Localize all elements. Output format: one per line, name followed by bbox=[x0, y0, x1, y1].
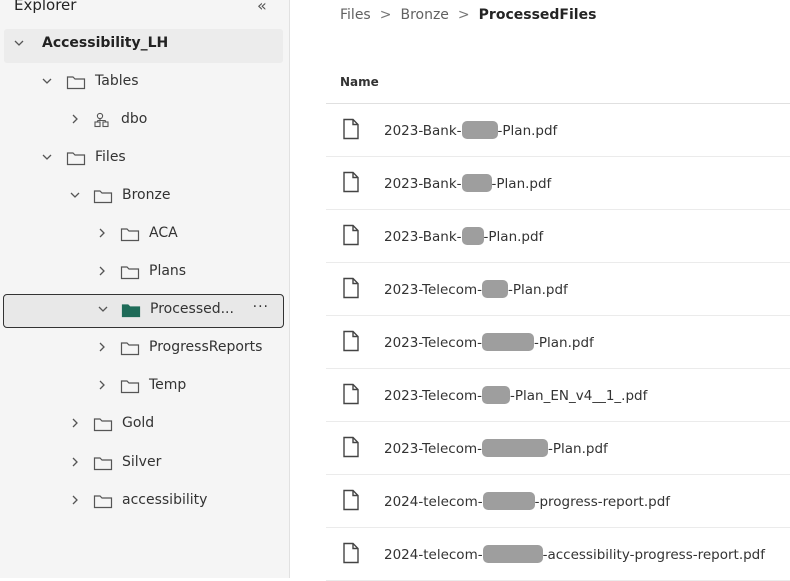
chevron-right-icon[interactable] bbox=[68, 492, 82, 508]
tree-item-progressreports[interactable]: ProgressReports bbox=[4, 333, 284, 367]
tree-item-label: Bronze bbox=[122, 187, 171, 203]
tree-item-label: ProgressReports bbox=[149, 339, 263, 355]
file-icon bbox=[343, 383, 359, 405]
file-name[interactable]: 2023-Bank- -Plan.pdf bbox=[384, 174, 551, 192]
file-name[interactable]: 2024-telecom- -accessibility-progress-rep… bbox=[384, 545, 765, 563]
redaction-block bbox=[482, 333, 535, 351]
folder-icon bbox=[120, 380, 140, 394]
chevron-down-icon[interactable] bbox=[40, 149, 54, 165]
chevron-down-icon[interactable] bbox=[40, 73, 54, 89]
explorer-pane: Explorer « Accessibility_LH Tables dbo F… bbox=[0, 0, 290, 578]
folder-icon bbox=[120, 266, 140, 280]
redaction-block bbox=[482, 439, 549, 457]
breadcrumb-item-bronze[interactable]: Bronze bbox=[400, 7, 448, 23]
breadcrumb-separator: > bbox=[379, 7, 392, 23]
folder-icon bbox=[120, 228, 140, 242]
file-icon bbox=[343, 118, 359, 140]
chevron-right-icon[interactable] bbox=[95, 263, 109, 279]
more-options-icon[interactable]: ··· bbox=[253, 299, 269, 315]
redaction-block bbox=[482, 386, 511, 404]
tree-item-label: Plans bbox=[149, 263, 187, 279]
collapse-pane-icon[interactable]: « bbox=[257, 0, 267, 15]
tree-item-aca[interactable]: ACA bbox=[4, 219, 284, 253]
tree-item-label: Accessibility_LH bbox=[42, 35, 169, 51]
redaction-block bbox=[482, 280, 509, 298]
file-icon bbox=[343, 171, 359, 193]
tree-item-label: Files bbox=[95, 149, 126, 165]
chevron-down-icon[interactable] bbox=[12, 35, 26, 51]
tree-item-processedfiles[interactable]: Processed... ··· bbox=[3, 294, 284, 328]
file-name[interactable]: 2023-Telecom- -Plan_EN_v4__1_.pdf bbox=[384, 386, 647, 404]
header-divider bbox=[326, 103, 790, 104]
chevron-right-icon[interactable] bbox=[95, 377, 109, 393]
folder-icon bbox=[93, 457, 113, 471]
file-icon bbox=[343, 224, 359, 246]
folder-icon bbox=[93, 190, 113, 204]
tree-item-label: Gold bbox=[122, 415, 155, 431]
folder-icon bbox=[93, 495, 113, 509]
file-row[interactable]: 2023-Telecom- -Plan.pdf bbox=[326, 317, 790, 369]
folder-icon bbox=[120, 342, 140, 356]
redaction-block bbox=[461, 121, 498, 139]
tree-item-dbo[interactable]: dbo bbox=[4, 105, 284, 139]
file-icon bbox=[343, 489, 359, 511]
breadcrumb-item-files[interactable]: Files bbox=[340, 7, 371, 23]
tree-item-label: ACA bbox=[149, 225, 178, 241]
file-icon bbox=[343, 542, 359, 564]
file-name[interactable]: 2023-Telecom- -Plan.pdf bbox=[384, 333, 594, 351]
file-name[interactable]: 2024-telecom- -progress-report.pdf bbox=[384, 492, 670, 510]
file-row[interactable]: 2023-Bank- -Plan.pdf bbox=[326, 211, 790, 263]
tree-item-bronze[interactable]: Bronze bbox=[4, 181, 284, 215]
redaction-block bbox=[482, 492, 535, 510]
chevron-right-icon[interactable] bbox=[68, 415, 82, 431]
tree-item-label: dbo bbox=[121, 111, 148, 127]
chevron-right-icon[interactable] bbox=[68, 454, 82, 470]
folder-icon bbox=[66, 152, 86, 166]
folder-icon bbox=[66, 76, 86, 90]
column-header-name[interactable]: Name bbox=[340, 75, 379, 89]
file-name[interactable]: 2023-Telecom- -Plan.pdf bbox=[384, 280, 568, 298]
redaction-block bbox=[461, 174, 492, 192]
file-row[interactable]: 2023-Bank- -Plan.pdf bbox=[326, 105, 790, 157]
chevron-right-icon[interactable] bbox=[95, 339, 109, 355]
chevron-down-icon[interactable] bbox=[68, 187, 82, 203]
breadcrumb-item-current: ProcessedFiles bbox=[478, 7, 597, 23]
file-row[interactable]: 2023-Telecom- -Plan_EN_v4__1_.pdf bbox=[326, 370, 790, 422]
folder-icon bbox=[93, 418, 113, 432]
folder-open-icon bbox=[121, 304, 141, 318]
chevron-right-icon[interactable] bbox=[68, 111, 82, 127]
tree-item-silver[interactable]: Silver bbox=[4, 448, 284, 482]
breadcrumb-separator: > bbox=[457, 7, 470, 23]
file-icon bbox=[343, 330, 359, 352]
file-row[interactable]: 2024-telecom- -progress-report.pdf bbox=[326, 476, 790, 528]
chevron-right-icon[interactable] bbox=[95, 225, 109, 241]
breadcrumb: Files > Bronze > ProcessedFiles bbox=[340, 7, 596, 23]
chevron-down-icon[interactable] bbox=[96, 301, 110, 317]
tree-item-accessibility[interactable]: accessibility bbox=[4, 486, 284, 520]
tree-item-label: Silver bbox=[122, 454, 162, 470]
file-name[interactable]: 2023-Telecom- -Plan.pdf bbox=[384, 439, 608, 457]
tree-item-temp[interactable]: Temp bbox=[4, 371, 284, 405]
tree-item-label: Tables bbox=[95, 73, 139, 89]
schema-icon bbox=[94, 112, 109, 128]
file-row[interactable]: 2024-telecom- -accessibility-progress-rep… bbox=[326, 529, 790, 581]
tree-item-tables[interactable]: Tables bbox=[4, 67, 284, 101]
file-icon bbox=[343, 436, 359, 458]
file-name[interactable]: 2023-Bank- -Plan.pdf bbox=[384, 121, 557, 139]
tree-item-gold[interactable]: Gold bbox=[4, 409, 284, 443]
file-icon bbox=[343, 277, 359, 299]
redaction-block bbox=[461, 227, 484, 245]
tree-item-files[interactable]: Files bbox=[4, 143, 284, 177]
file-row[interactable]: 2023-Telecom- -Plan.pdf bbox=[326, 264, 790, 316]
redaction-block bbox=[482, 545, 543, 563]
tree-item-label: Processed... bbox=[150, 301, 234, 317]
explorer-title: Explorer bbox=[14, 0, 77, 14]
file-name[interactable]: 2023-Bank- -Plan.pdf bbox=[384, 227, 543, 245]
tree-item-accessibility-lh[interactable]: Accessibility_LH bbox=[4, 29, 283, 63]
file-row[interactable]: 2023-Telecom- -Plan.pdf bbox=[326, 423, 790, 475]
tree-item-label: Temp bbox=[149, 377, 187, 393]
file-row[interactable]: 2023-Bank- -Plan.pdf bbox=[326, 158, 790, 210]
tree-item-plans[interactable]: Plans bbox=[4, 257, 284, 291]
tree-item-label: accessibility bbox=[122, 492, 208, 508]
